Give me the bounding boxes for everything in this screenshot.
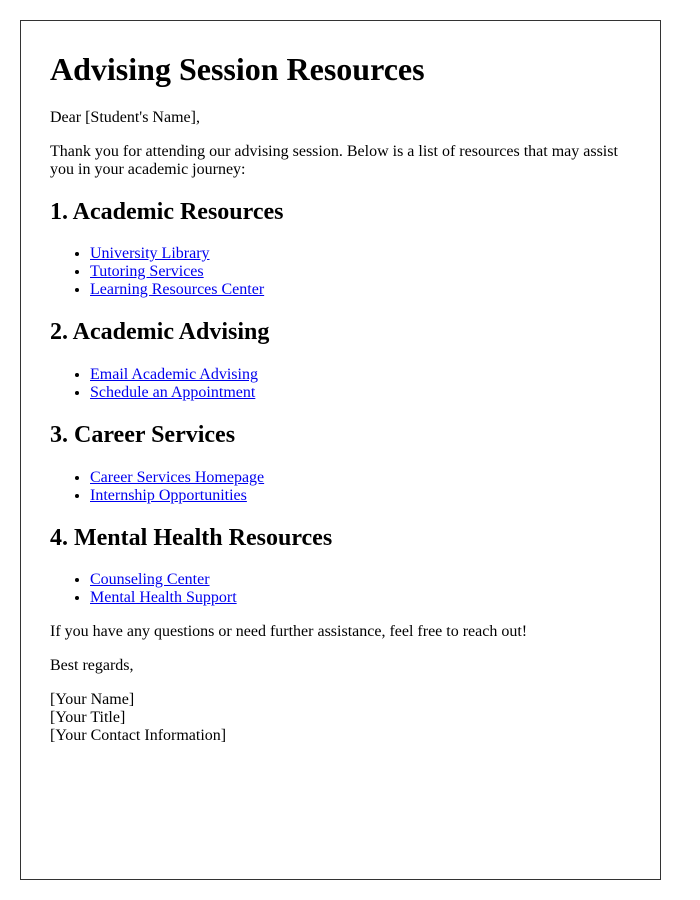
- list-item: Schedule an Appointment: [90, 384, 640, 402]
- section-heading-academic-advising: 2. Academic Advising: [50, 319, 270, 346]
- list-item: Email Academic Advising: [90, 366, 640, 384]
- letter-container: Advising Session Resources Dear [Student…: [20, 20, 661, 880]
- list-item: Counseling Center: [90, 571, 640, 589]
- list-item: Mental Health Support: [90, 589, 640, 607]
- link-counseling-center[interactable]: Counseling Center: [90, 571, 210, 588]
- section-heading-career-services: 3. Career Services: [50, 421, 236, 448]
- link-email-academic-advising[interactable]: Email Academic Advising: [90, 366, 258, 383]
- career-services-list: Career Services Homepage Internship Oppo…: [50, 469, 640, 505]
- link-learning-resources-center[interactable]: Learning Resources Center: [90, 281, 264, 298]
- link-career-services-homepage[interactable]: Career Services Homepage: [90, 469, 264, 486]
- link-mental-health-support[interactable]: Mental Health Support: [90, 589, 237, 606]
- page-title: Advising Session Resources: [50, 51, 425, 87]
- signature-name: [Your Name]: [50, 691, 135, 709]
- closing-note: If you have any questions or need furthe…: [50, 623, 528, 641]
- academic-advising-list: Email Academic Advising Schedule an Appo…: [50, 366, 640, 402]
- list-item: Learning Resources Center: [90, 281, 640, 299]
- greeting: Dear [Student's Name],: [50, 108, 200, 126]
- signature-block: [Your Name] [Your Title] [Your Contact I…: [50, 691, 640, 745]
- signature-title: [Your Title]: [50, 709, 126, 727]
- list-item: Career Services Homepage: [90, 469, 640, 487]
- section-heading-mental-health: 4. Mental Health Resources: [50, 524, 333, 551]
- list-item: Internship Opportunities: [90, 487, 640, 505]
- mental-health-list: Counseling Center Mental Health Support: [50, 571, 640, 607]
- list-item: University Library: [90, 245, 640, 263]
- signature-contact: [Your Contact Information]: [50, 727, 227, 745]
- signoff: Best regards,: [50, 657, 134, 675]
- link-tutoring-services[interactable]: Tutoring Services: [90, 263, 204, 280]
- academic-resources-list: University Library Tutoring Services Lea…: [50, 245, 640, 299]
- link-schedule-appointment[interactable]: Schedule an Appointment: [90, 384, 255, 401]
- section-heading-academic-resources: 1. Academic Resources: [50, 198, 284, 225]
- intro-paragraph: Thank you for attending our advising ses…: [50, 142, 618, 178]
- list-item: Tutoring Services: [90, 263, 640, 281]
- link-university-library[interactable]: University Library: [90, 245, 210, 262]
- link-internship-opportunities[interactable]: Internship Opportunities: [90, 487, 247, 504]
